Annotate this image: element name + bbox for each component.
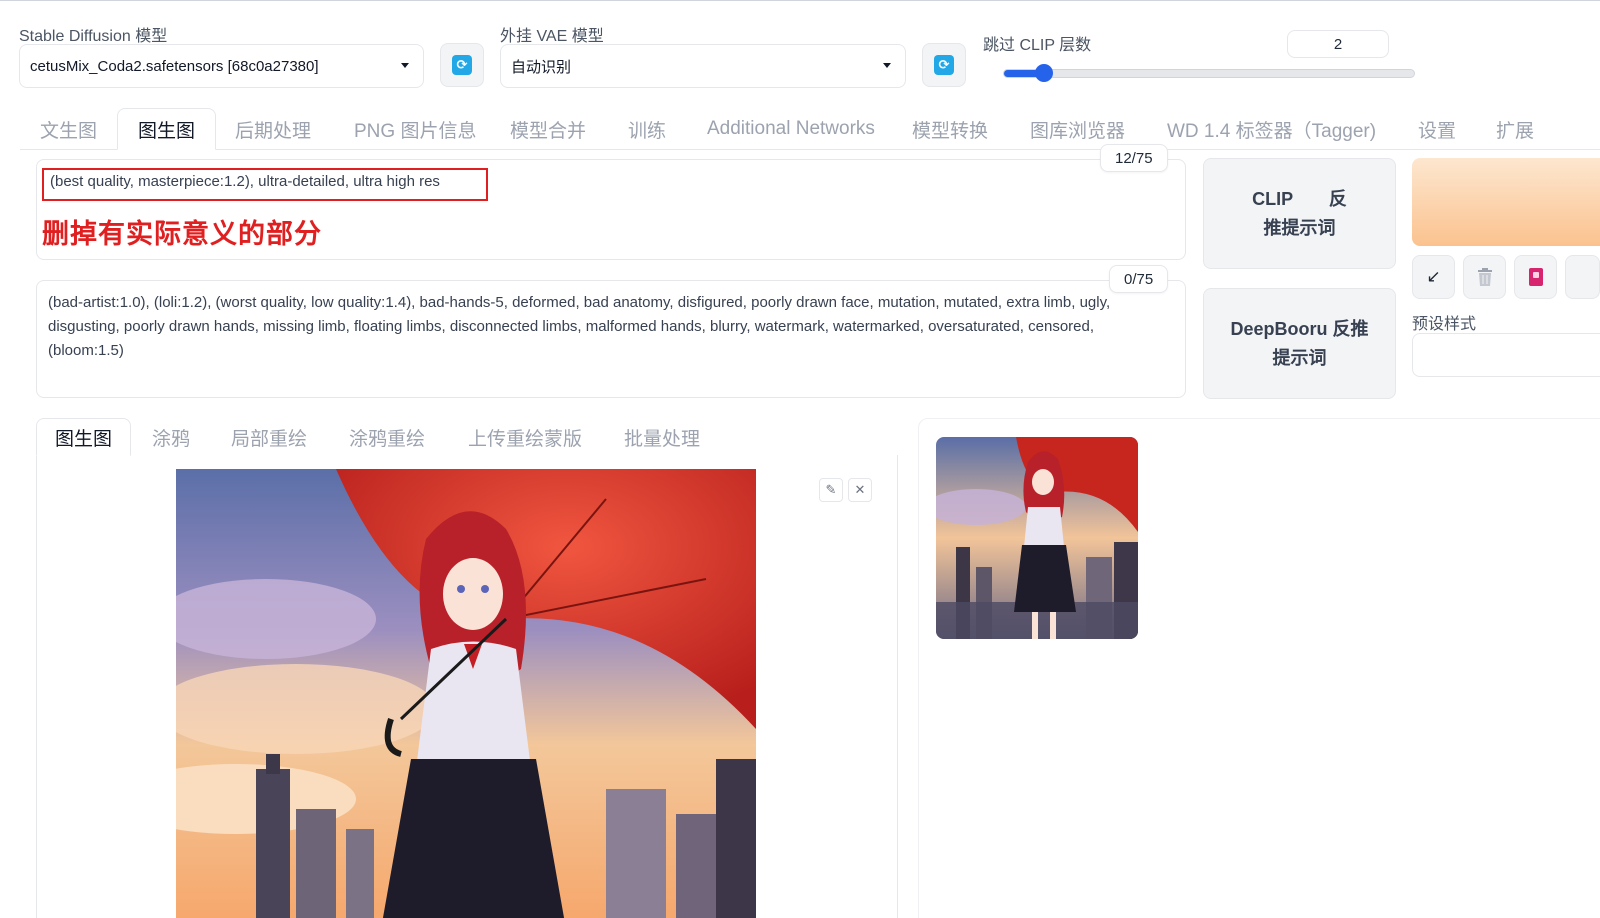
style-apply-button[interactable] bbox=[1565, 255, 1600, 299]
source-image[interactable] bbox=[176, 469, 756, 918]
sd-model-value: cetusMix_Coda2.safetensors [68c0a27380] bbox=[30, 57, 319, 75]
tab-model-converter[interactable]: 模型转换 bbox=[892, 108, 1008, 150]
arrow-down-left-icon: ↙ bbox=[1426, 267, 1441, 286]
top-border bbox=[0, 0, 1600, 1]
subtab-inpaint[interactable]: 局部重绘 bbox=[213, 418, 325, 456]
refresh-icon: ⟳ bbox=[452, 55, 472, 75]
sd-model-label: Stable Diffusion 模型 bbox=[19, 28, 168, 45]
preset-styles-dropdown[interactable] bbox=[1412, 333, 1600, 377]
vae-value: 自动识别 bbox=[511, 58, 572, 76]
negative-token-counter: 0/75 bbox=[1109, 265, 1169, 293]
sd-model-dropdown[interactable]: cetusMix_Coda2.safetensors [68c0a27380] bbox=[19, 44, 424, 88]
tab-png-info[interactable]: PNG 图片信息 bbox=[334, 108, 496, 150]
tab-train[interactable]: 训练 bbox=[608, 108, 686, 150]
vae-dropdown[interactable]: 自动识别 bbox=[500, 44, 906, 88]
deepbooru-interrogate-button[interactable]: DeepBooru 反推 提示词 bbox=[1203, 288, 1396, 399]
positive-prompt-text: (best quality, masterpiece:1.2), ultra-d… bbox=[42, 168, 488, 201]
close-icon: ✕ bbox=[854, 482, 866, 497]
generate-button[interactable] bbox=[1412, 158, 1600, 246]
positive-token-counter: 12/75 bbox=[1100, 144, 1168, 172]
chevron-down-icon bbox=[401, 63, 409, 68]
refresh-icon: ⟳ bbox=[934, 55, 954, 75]
subtab-sketch[interactable]: 涂鸦 bbox=[134, 418, 208, 456]
clear-prompt-button[interactable] bbox=[1463, 255, 1506, 299]
subtab-img2img[interactable]: 图生图 bbox=[36, 418, 132, 456]
negative-prompt-textarea[interactable]: (bad-artist:1.0), (loli:1.2), (worst qua… bbox=[36, 280, 1186, 398]
tab-tagger[interactable]: WD 1.4 标签器（Tagger) bbox=[1147, 108, 1396, 150]
output-image-illustration bbox=[936, 437, 1138, 639]
subtab-inpaint-upload[interactable]: 上传重绘蒙版 bbox=[450, 418, 600, 456]
refresh-sd-model-button[interactable]: ⟳ bbox=[440, 43, 484, 87]
negative-prompt-text: (bad-artist:1.0), (loli:1.2), (worst qua… bbox=[48, 294, 1111, 359]
tab-txt2img[interactable]: 文生图 bbox=[20, 108, 117, 150]
card-icon bbox=[1528, 268, 1543, 286]
preset-styles-label: 预设样式 bbox=[1412, 316, 1477, 333]
output-thumbnail[interactable] bbox=[936, 437, 1138, 639]
subtab-inpaint-sketch[interactable]: 涂鸦重绘 bbox=[331, 418, 443, 456]
clip-interrogate-button[interactable]: CLIP 反推提示词 bbox=[1203, 158, 1396, 269]
clip-skip-slider-track[interactable] bbox=[1003, 69, 1415, 78]
tab-settings[interactable]: 设置 bbox=[1398, 108, 1476, 150]
extra-networks-button[interactable] bbox=[1514, 255, 1557, 299]
clip-skip-slider-thumb[interactable] bbox=[1035, 64, 1054, 82]
tab-img2img[interactable]: 图生图 bbox=[117, 108, 217, 150]
chevron-down-icon bbox=[883, 63, 891, 68]
refresh-vae-button[interactable]: ⟳ bbox=[922, 43, 966, 87]
tab-extensions[interactable]: 扩展 bbox=[1476, 108, 1554, 150]
tab-additional-networks[interactable]: Additional Networks bbox=[687, 108, 895, 150]
read-params-button[interactable]: ↙ bbox=[1412, 255, 1455, 299]
edit-image-button[interactable]: ✎ bbox=[819, 478, 843, 502]
img2img-sub-tab-bar: 图生图 涂鸦 局部重绘 涂鸦重绘 上传重绘蒙版 批量处理 bbox=[36, 418, 898, 456]
annotation-note: 删掉有实际意义的部分 bbox=[42, 219, 322, 249]
subtab-batch[interactable]: 批量处理 bbox=[606, 418, 718, 456]
main-tab-bar: 文生图 图生图 后期处理 PNG 图片信息 模型合并 训练 Additional… bbox=[20, 108, 1600, 150]
pencil-icon: ✎ bbox=[825, 482, 837, 497]
clip-skip-label: 跳过 CLIP 层数 bbox=[983, 37, 1092, 54]
clip-skip-number-input[interactable]: 2 bbox=[1287, 30, 1389, 58]
trash-icon bbox=[1477, 268, 1492, 286]
tab-checkpoint-merger[interactable]: 模型合并 bbox=[490, 108, 606, 150]
vae-label: 外挂 VAE 模型 bbox=[500, 28, 604, 45]
anime-girl-umbrella-illustration bbox=[176, 469, 756, 918]
remove-image-button[interactable]: ✕ bbox=[848, 478, 872, 502]
tab-extras[interactable]: 后期处理 bbox=[215, 108, 331, 150]
